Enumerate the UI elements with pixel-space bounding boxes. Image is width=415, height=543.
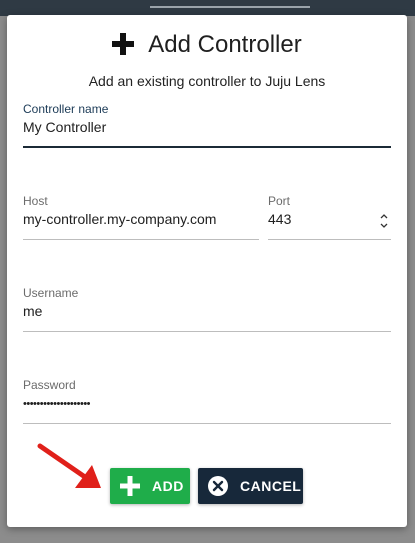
dialog-title-text: Add Controller [148,31,302,58]
add-button-label: ADD [152,478,184,494]
cancel-button-label: CANCEL [240,478,302,494]
password-label: Password [23,378,76,392]
port-label: Port [268,194,291,208]
cancel-button[interactable]: CANCEL [198,468,303,504]
password-field[interactable]: Password •••••••••••••••••••• [23,378,391,424]
username-field[interactable]: Username me [23,286,391,332]
dialog-subtitle: Add an existing controller to Juju Lens [88,73,326,89]
add-button[interactable]: ADD [110,468,190,504]
host-field[interactable]: Host my-controller.my-company.com [23,194,259,240]
background-app-divider [150,6,310,8]
host-label: Host [23,194,48,208]
username-label: Username [23,286,79,300]
username-input[interactable]: me [23,303,42,319]
add-controller-dialog: Add Controller Add an existing controlle… [7,15,407,527]
plus-icon [120,476,140,496]
controller-name-field[interactable]: Controller name My Controller [23,102,391,148]
host-input[interactable]: my-controller.my-company.com [23,211,216,227]
controller-name-input[interactable]: My Controller [23,119,106,135]
port-field[interactable]: Port 443 [268,194,391,240]
background-app-bar [0,0,415,16]
dialog-title: Add Controller [7,31,407,59]
controller-name-label: Controller name [23,102,109,116]
plus-icon [112,33,135,55]
close-circle-icon [208,476,228,496]
arrow-icon [37,443,101,488]
port-input[interactable]: 443 [268,211,291,227]
stepper-icon[interactable] [379,212,389,230]
password-input[interactable]: •••••••••••••••••••• [23,398,91,410]
